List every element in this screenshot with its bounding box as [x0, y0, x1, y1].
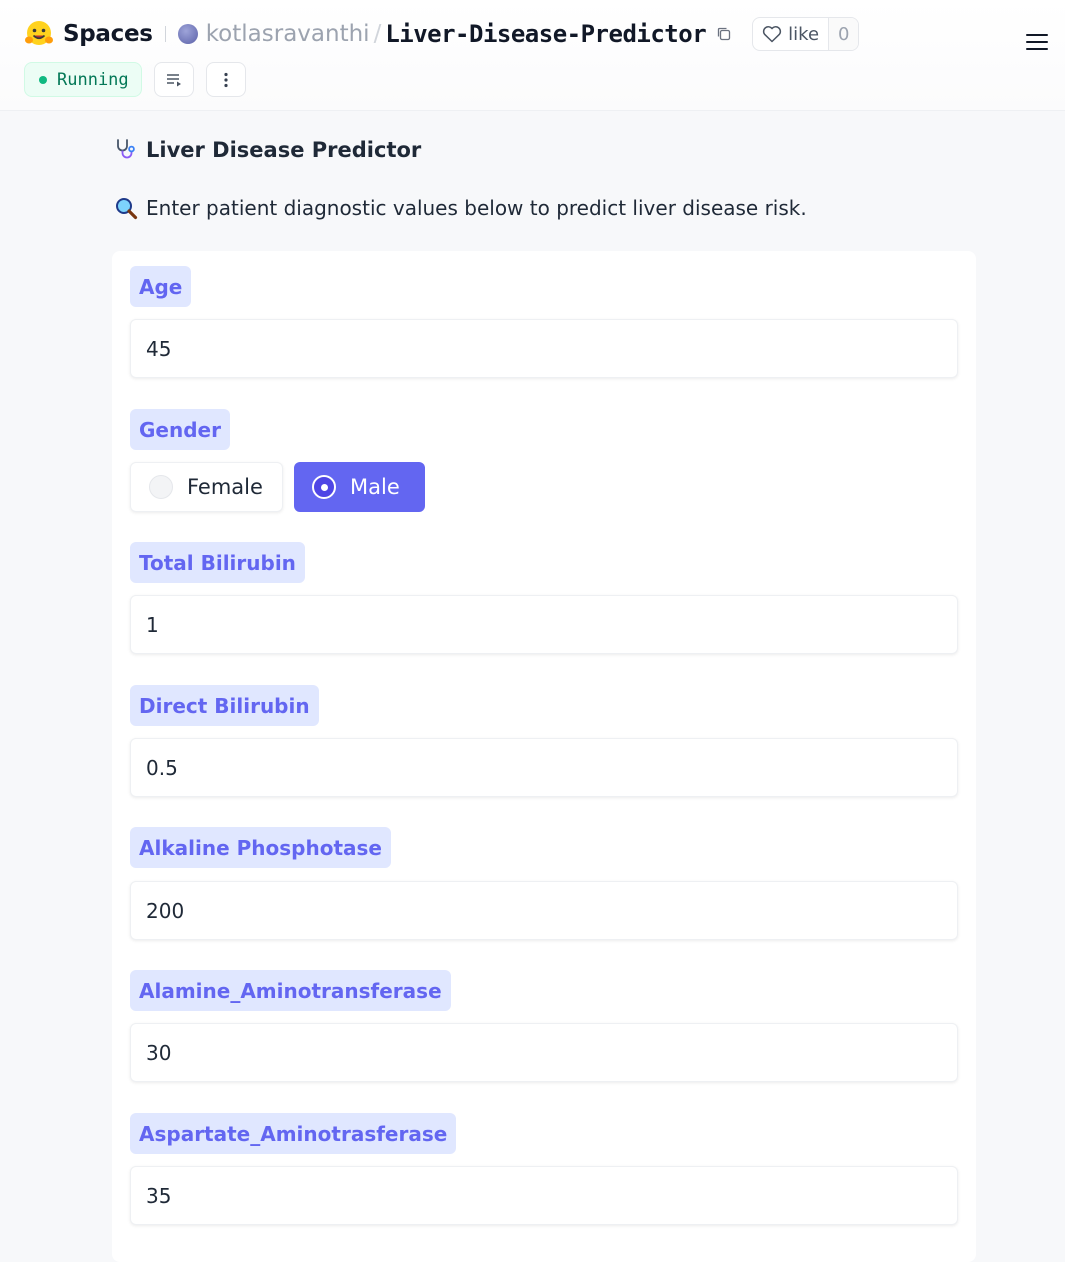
- app-title: Liver Disease Predictor: [146, 138, 422, 162]
- app-title-row: Liver Disease Predictor: [114, 138, 421, 162]
- heart-icon: [763, 26, 782, 43]
- direct-bilirubin-input[interactable]: 0.5: [130, 738, 958, 797]
- alamine-aminotransferase-label: Alamine_Aminotransferase: [130, 970, 451, 1011]
- app-description-row: Enter patient diagnostic values below to…: [114, 196, 807, 220]
- status-badge[interactable]: Running: [24, 62, 142, 97]
- like-count[interactable]: 0: [828, 18, 859, 50]
- input-form-panel: Age 45 Gender Female Male Total Bilirubi…: [112, 251, 976, 1262]
- status-text: Running: [57, 69, 129, 90]
- copy-icon[interactable]: [716, 26, 732, 42]
- stethoscope-icon: [117, 139, 135, 159]
- direct-bilirubin-label: Direct Bilirubin: [130, 685, 319, 726]
- app-description: Enter patient diagnostic values below to…: [146, 196, 807, 220]
- gender-option-label: Male: [350, 475, 400, 499]
- spaces-link[interactable]: Spaces: [63, 21, 153, 47]
- aspartate-aminotrasferase-label: Aspartate_Aminotrasferase: [130, 1113, 457, 1154]
- age-input[interactable]: 45: [130, 319, 958, 378]
- owner-avatar[interactable]: [177, 24, 198, 44]
- gender-option-female[interactable]: Female: [130, 462, 283, 512]
- like-label: like: [788, 23, 820, 45]
- hamburger-menu-icon[interactable]: [1026, 34, 1048, 52]
- radio-unchecked-icon[interactable]: [149, 475, 173, 499]
- header-divider: [164, 26, 166, 42]
- path-separator: /: [373, 21, 382, 47]
- total-bilirubin-input[interactable]: 1: [130, 595, 958, 654]
- gender-label: Gender: [130, 409, 230, 450]
- total-bilirubin-label: Total Bilirubin: [130, 542, 305, 583]
- space-header: Spaces kotlasravanthi / Liver-Disease-Pr…: [0, 0, 1065, 111]
- logs-button[interactable]: [153, 62, 194, 97]
- radio-checked-icon[interactable]: [312, 475, 336, 499]
- like-button-main[interactable]: like: [753, 18, 828, 50]
- owner-link[interactable]: kotlasravanthi: [206, 21, 370, 47]
- alamine-aminotransferase-input[interactable]: 30: [130, 1023, 958, 1082]
- aspartate-aminotrasferase-input[interactable]: 35: [130, 1166, 958, 1225]
- magnifying-glass-icon: [116, 198, 138, 220]
- menu-line: [1026, 48, 1048, 50]
- menu-line: [1026, 34, 1048, 36]
- status-dot-icon: [39, 75, 47, 84]
- header-status-row: Running: [24, 62, 246, 97]
- more-vertical-icon: [224, 72, 228, 87]
- logs-icon: [166, 73, 181, 86]
- age-label: Age: [130, 266, 192, 307]
- like-button[interactable]: like 0: [752, 17, 860, 51]
- header-title-row: Spaces kotlasravanthi / Liver-Disease-Pr…: [24, 14, 860, 54]
- hugging-face-logo-icon[interactable]: [24, 19, 54, 49]
- more-options-button[interactable]: [205, 62, 246, 97]
- gender-option-male[interactable]: Male: [294, 462, 425, 512]
- alkaline-phosphotase-label: Alkaline Phosphotase: [130, 827, 391, 868]
- gender-option-label: Female: [187, 475, 263, 499]
- alkaline-phosphotase-input[interactable]: 200: [130, 881, 958, 940]
- menu-line: [1026, 41, 1048, 43]
- repo-name-link[interactable]: Liver-Disease-Predictor: [385, 20, 706, 48]
